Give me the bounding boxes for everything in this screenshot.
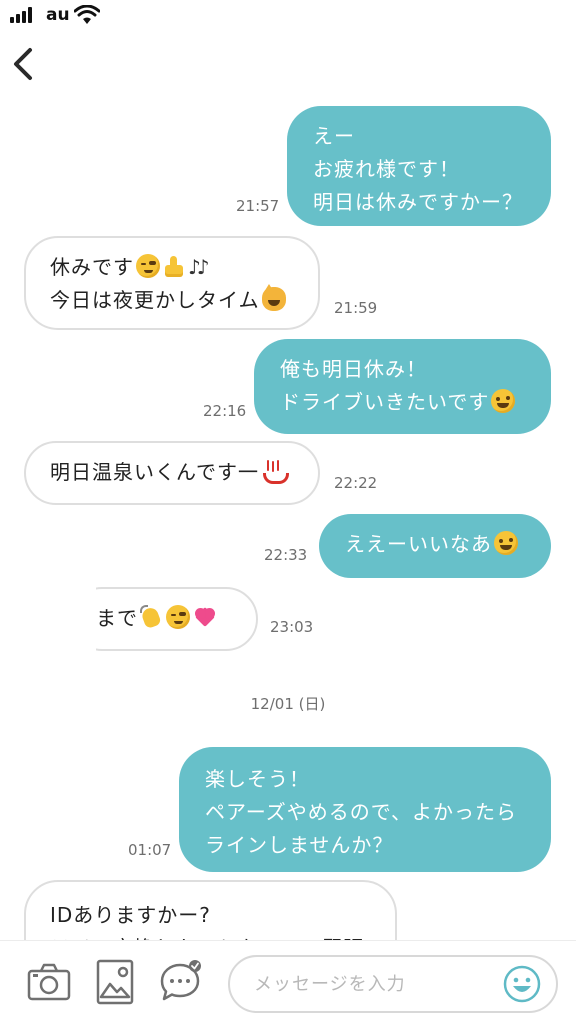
message-list[interactable]: えー お疲れ様です！ 明日は休みですかー？ 21:57 休みです ♪♪ 今日は夜更… xyxy=(0,100,576,940)
wifi-icon xyxy=(74,5,100,24)
incoming-message[interactable]: 明日温泉いくんです一 xyxy=(24,441,320,505)
date-separator: 12/01 (日) xyxy=(250,695,326,713)
thumbs-up-icon xyxy=(162,254,186,278)
message-text: 俺も明日休み！ xyxy=(280,357,427,381)
outgoing-message[interactable]: 楽しそう！ ペアーズやめるので、よかったら ラインしませんか？ xyxy=(179,747,551,872)
winking-face-icon xyxy=(136,254,160,278)
status-bar: au xyxy=(0,0,576,34)
waving-hand-icon xyxy=(140,605,164,629)
message-composer-bar xyxy=(0,940,576,1024)
emoji-smile-icon[interactable] xyxy=(503,965,541,1003)
grinning-cat-icon xyxy=(261,284,286,311)
message-text: 明日温泉いくんです一 xyxy=(50,460,259,484)
grinning-face-icon xyxy=(494,531,518,555)
message-text: IDありますかー? xyxy=(50,903,211,927)
message-text: 休みです xyxy=(50,255,134,279)
hot-springs-icon xyxy=(261,459,289,484)
message-text: お疲れ様です！ xyxy=(313,157,460,181)
outgoing-message[interactable]: ええーいいなあ xyxy=(319,514,551,578)
message-text: えー xyxy=(313,124,355,148)
growing-heart-icon xyxy=(192,605,216,629)
message-timestamp: 23:03 xyxy=(270,618,314,636)
clip-mask xyxy=(60,580,96,660)
camera-icon[interactable] xyxy=(26,959,72,1005)
message-text: 明日は休みですかー？ xyxy=(313,190,523,214)
incoming-message[interactable]: IDありますかー? ライン交換したことないので緊張 xyxy=(24,880,397,940)
chat-bubble-icon[interactable] xyxy=(158,959,204,1005)
message-text: ラインしませんか？ xyxy=(205,833,394,857)
incoming-message[interactable]: まで xyxy=(70,587,258,651)
message-text: 楽しそう！ xyxy=(205,767,310,791)
winking-face-icon xyxy=(166,605,190,629)
message-text: まで xyxy=(96,606,138,630)
message-text: ライン交換したことないので緊張 xyxy=(50,932,371,940)
back-chevron-icon[interactable] xyxy=(6,44,42,84)
grinning-face-icon xyxy=(491,389,516,413)
incoming-message[interactable]: 休みです ♪♪ 今日は夜更かしタイム xyxy=(24,236,320,330)
carrier-name: au xyxy=(46,5,70,25)
message-timestamp: 22:16 xyxy=(203,402,247,420)
signal-strength-icon xyxy=(10,7,36,23)
message-timestamp: 22:22 xyxy=(334,474,378,492)
message-text: 今日は夜更かしタイム xyxy=(50,288,260,312)
music-notes-icon: ♪♪ xyxy=(188,255,209,279)
message-timestamp: 21:59 xyxy=(334,299,378,317)
message-text: ええーいいなあ xyxy=(345,532,492,556)
outgoing-message[interactable]: えー お疲れ様です！ 明日は休みですかー？ xyxy=(287,106,551,226)
message-timestamp: 01:07 xyxy=(128,841,172,859)
message-timestamp: 22:33 xyxy=(264,546,308,564)
message-text: ペアーズやめるので、よかったら xyxy=(205,800,517,824)
message-timestamp: 21:57 xyxy=(236,197,280,215)
outgoing-message[interactable]: 俺も明日休み！ ドライブいきたいです xyxy=(254,339,551,434)
image-icon[interactable] xyxy=(94,959,140,1005)
message-text: ドライブいきたいです xyxy=(280,390,490,414)
